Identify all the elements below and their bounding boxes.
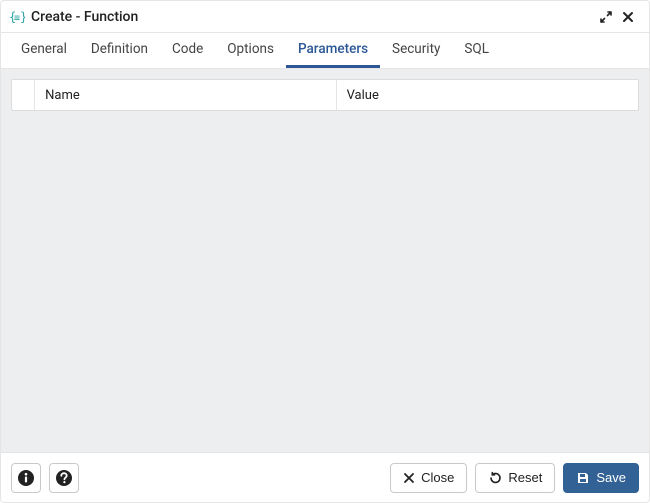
- grid-col-value[interactable]: Value: [337, 80, 638, 110]
- close-icon: [403, 472, 415, 484]
- dialog-body: Name Value: [1, 69, 649, 452]
- help-icon: [55, 469, 73, 487]
- dialog-footer: Close Reset Save: [1, 452, 649, 502]
- tab-options[interactable]: Options: [215, 32, 286, 68]
- grid-row-selector-header[interactable]: [12, 80, 35, 110]
- button-label: Close: [421, 470, 454, 485]
- expand-button[interactable]: [595, 6, 617, 28]
- tab-label: Parameters: [298, 41, 368, 57]
- tab-bar: General Definition Code Options Paramete…: [1, 33, 649, 69]
- tab-sql[interactable]: SQL: [452, 32, 501, 68]
- parameters-grid: Name Value: [11, 79, 639, 111]
- grid-col-name[interactable]: Name: [35, 80, 336, 110]
- button-label: Reset: [508, 470, 542, 485]
- close-button[interactable]: Close: [390, 463, 467, 493]
- dialog-title: Create - Function: [31, 9, 138, 25]
- tab-label: Definition: [91, 41, 148, 57]
- tab-general[interactable]: General: [9, 32, 79, 68]
- reset-icon: [488, 471, 502, 485]
- tab-definition[interactable]: Definition: [79, 32, 160, 68]
- tab-code[interactable]: Code: [160, 32, 215, 68]
- tab-label: General: [21, 41, 67, 57]
- tab-label: SQL: [464, 41, 489, 57]
- close-icon-button[interactable]: [617, 6, 639, 28]
- help-button[interactable]: [49, 463, 79, 493]
- create-function-dialog: { ≡ } Create - Function General Definiti…: [0, 0, 650, 503]
- reset-button[interactable]: Reset: [475, 463, 555, 493]
- save-button[interactable]: Save: [563, 463, 639, 493]
- info-icon: [17, 469, 35, 487]
- function-icon: { ≡ }: [9, 9, 25, 25]
- save-icon: [576, 471, 590, 485]
- button-label: Save: [596, 470, 626, 485]
- grid-header: Name Value: [12, 80, 638, 110]
- column-label: Value: [347, 88, 379, 103]
- tab-label: Security: [392, 41, 440, 57]
- info-button[interactable]: [11, 463, 41, 493]
- tab-parameters[interactable]: Parameters: [286, 32, 380, 68]
- titlebar: { ≡ } Create - Function: [1, 1, 649, 33]
- svg-text:}: }: [20, 10, 25, 24]
- tab-label: Code: [172, 41, 203, 57]
- tab-label: Options: [227, 41, 274, 57]
- tab-security[interactable]: Security: [380, 32, 452, 68]
- column-label: Name: [45, 88, 80, 103]
